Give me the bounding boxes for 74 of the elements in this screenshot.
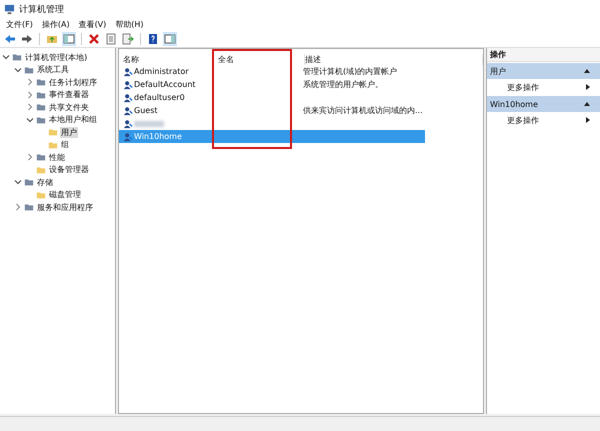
tree-item[interactable]: 组 — [60, 139, 70, 150]
column-header[interactable]: 名称 — [119, 54, 214, 65]
back-icon[interactable] — [3, 32, 17, 46]
user-name: DefaultAccount — [134, 80, 196, 89]
user-row[interactable]: DefaultAccount 系统管理的用户帐户。 — [119, 78, 425, 91]
user-description: 供来宾访问计算机或访问域的内... — [303, 106, 423, 115]
folder-icon — [24, 64, 34, 75]
delete-icon[interactable] — [87, 32, 101, 46]
column-header[interactable]: 描述 — [305, 54, 483, 65]
tree-item[interactable]: 服务和应用程序 — [36, 202, 94, 213]
tree-item[interactable]: 本地用户和组 — [48, 114, 98, 126]
folder-icon — [36, 164, 46, 175]
folder-icon — [48, 127, 58, 138]
folder-icon — [24, 177, 34, 188]
section-title[interactable]: 用户 — [490, 66, 506, 76]
folder-icon — [48, 140, 58, 150]
user-icon — [123, 106, 133, 116]
folder-icon — [36, 190, 46, 200]
help-icon[interactable] — [146, 32, 160, 46]
user-row[interactable]: Administrator 管理计算机(域)的内置帐户 — [119, 65, 425, 78]
tree-item[interactable]: 系统工具 — [36, 64, 70, 76]
user-description: 系统管理的用户帐户。 — [303, 80, 383, 89]
collapse-icon[interactable] — [584, 69, 590, 73]
user-name: Administrator — [134, 67, 189, 76]
user-row[interactable]: Guest 供来宾访问计算机或访问域的内... — [119, 104, 425, 117]
window-title: 计算机管理 — [19, 4, 64, 16]
collapse-icon[interactable] — [584, 102, 590, 106]
action-pane-icon[interactable] — [163, 32, 177, 46]
folder-icon — [36, 77, 46, 88]
folder-icon — [12, 52, 22, 62]
tree-item[interactable]: 存储 — [36, 176, 54, 188]
expander-icon[interactable] — [14, 66, 22, 74]
folder-icon — [24, 202, 34, 212]
menu-item[interactable]: 操作(A) — [42, 19, 70, 30]
expander-icon[interactable] — [14, 178, 22, 186]
action-link[interactable]: 更多操作 — [507, 114, 539, 126]
tree-item[interactable]: 设备管理器 — [48, 164, 90, 176]
user-icon — [123, 132, 133, 142]
tree-item[interactable]: 性能 — [48, 152, 66, 163]
user-icon — [123, 66, 133, 76]
user-row[interactable]: defaultuser0 — [119, 91, 425, 104]
tree-item[interactable]: 计算机管理(本地) — [24, 52, 88, 63]
user-name: Guest — [134, 106, 158, 115]
tree-item[interactable]: 用户 — [60, 126, 78, 138]
computer-icon — [4, 4, 15, 14]
properties-icon[interactable] — [104, 32, 118, 46]
actions-header: 操作 — [487, 48, 600, 62]
tree-item[interactable]: 事件查看器 — [48, 89, 90, 100]
column-header[interactable]: 全名 — [214, 54, 305, 65]
tree-item[interactable]: 共享文件夹 — [48, 102, 90, 113]
user-icon — [123, 80, 133, 90]
user-icon — [123, 92, 133, 102]
tree-item[interactable]: 任务计划程序 — [48, 76, 98, 88]
folder-icon — [36, 102, 46, 112]
export-icon[interactable] — [121, 32, 135, 46]
forward-icon[interactable] — [20, 32, 34, 46]
user-name: Win10home — [134, 132, 182, 141]
expander-icon[interactable] — [26, 116, 34, 124]
folder-icon — [36, 114, 46, 125]
user-icon — [123, 118, 133, 128]
menu-item[interactable]: 查看(V) — [78, 19, 106, 30]
folder-icon — [36, 90, 46, 100]
user-name: defaultuser0 — [134, 93, 185, 102]
blurred-name — [134, 120, 164, 126]
console-tree-icon[interactable] — [62, 32, 76, 46]
menu-item[interactable]: 帮助(H) — [115, 19, 144, 30]
menu-item[interactable]: 文件(F) — [6, 19, 33, 30]
user-description: 管理计算机(域)的内置帐户 — [303, 67, 398, 76]
submenu-arrow-icon — [586, 84, 590, 90]
folder-icon — [36, 152, 46, 162]
expander-icon[interactable] — [2, 53, 10, 62]
tree-item[interactable]: 磁盘管理 — [48, 189, 82, 200]
submenu-arrow-icon — [586, 117, 590, 123]
action-link[interactable]: 更多操作 — [507, 82, 539, 92]
